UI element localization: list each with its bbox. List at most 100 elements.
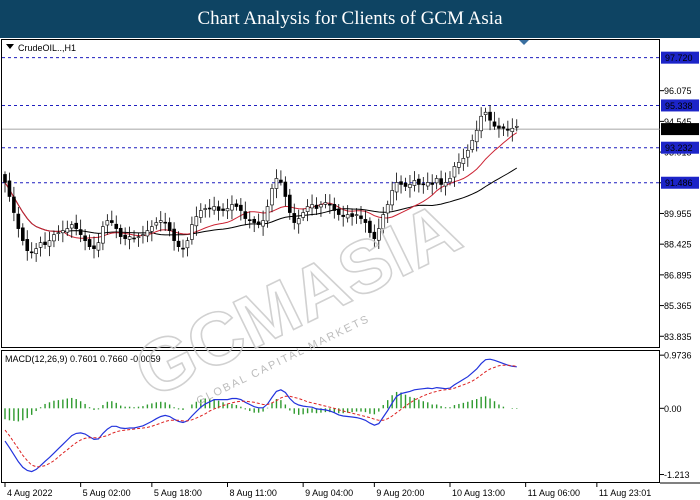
candle-body — [296, 218, 301, 225]
candle-body — [172, 228, 176, 241]
candle-body — [279, 179, 283, 183]
candle-body — [12, 196, 16, 213]
candle-body — [96, 242, 101, 251]
candle-body — [492, 121, 497, 127]
candle-body — [412, 180, 417, 186]
x-tick-label: 8 Aug 11:00 — [230, 488, 277, 498]
x-tick-label: 4 Aug 2022 — [7, 488, 53, 498]
candle-body — [34, 248, 38, 254]
price-tick-label: 86.895 — [664, 270, 692, 280]
price-tick-label: 88.425 — [664, 240, 692, 250]
candle-body — [247, 219, 252, 221]
candle-body — [47, 240, 52, 247]
x-tick-label: 9 Aug 04:00 — [305, 488, 353, 498]
candle-body — [38, 242, 43, 248]
candle-body — [190, 224, 194, 240]
candle-body — [465, 150, 470, 158]
candle-body — [158, 220, 163, 223]
candle-body — [3, 174, 7, 183]
candle-body — [69, 224, 74, 229]
candle-body — [185, 240, 190, 249]
candle-body — [127, 236, 132, 240]
candle-body — [314, 204, 319, 209]
level-label: 91.486 — [665, 178, 693, 188]
level-label: 95.338 — [665, 101, 693, 111]
x-tick-label: 10 Aug 13:00 — [452, 488, 505, 498]
candle-body — [501, 126, 506, 129]
candle-body — [207, 207, 212, 210]
candle-body — [261, 220, 265, 227]
candle-body — [221, 208, 225, 211]
candle-body — [154, 222, 159, 226]
candle-body — [163, 221, 167, 224]
candle-body — [212, 206, 216, 211]
candle-body — [136, 236, 141, 238]
candle-body — [181, 247, 185, 250]
level-label: 93.232 — [665, 143, 693, 153]
candle-body — [305, 206, 310, 212]
candle-body — [506, 128, 510, 131]
candle-body — [25, 239, 30, 251]
candle-body — [341, 214, 346, 217]
candle-body — [479, 115, 483, 132]
candle-body — [336, 208, 341, 215]
chart-canvas: 96.07594.54593.01591.48589.95588.42586.8… — [1, 39, 700, 498]
candle-body — [417, 178, 421, 185]
candle-body — [448, 178, 452, 183]
x-tick-label: 9 Aug 20:00 — [376, 488, 424, 498]
candle-body — [283, 181, 288, 197]
candle-body — [92, 245, 96, 249]
candle-body — [230, 204, 234, 211]
candle-body — [359, 215, 363, 219]
candle-body — [287, 194, 292, 213]
x-tick-label: 11 Aug 23:01 — [599, 488, 651, 498]
candle-body — [394, 182, 399, 193]
candle-body — [234, 203, 239, 207]
candle-body — [310, 204, 314, 209]
candle-body — [270, 188, 274, 206]
candle-body — [319, 204, 323, 208]
candle-body — [74, 222, 78, 229]
candle-body — [425, 182, 430, 187]
candle-body — [150, 226, 154, 232]
candle-body — [203, 208, 208, 210]
candle-body — [350, 213, 354, 217]
macd-panel-frame — [1, 350, 660, 483]
candle-body — [87, 239, 92, 247]
candle-body — [61, 230, 65, 234]
x-tick-label: 11 Aug 06:00 — [528, 488, 580, 498]
macd-tick-label: 0.9736 — [664, 351, 692, 361]
candle-body — [443, 182, 448, 187]
candle-body — [461, 158, 466, 164]
candle-body — [132, 237, 136, 240]
candle-body — [118, 227, 123, 237]
candle-body — [434, 178, 439, 184]
candle-body — [301, 212, 305, 218]
candle-body — [439, 178, 443, 185]
candle-body — [323, 202, 328, 205]
candle-body — [474, 129, 479, 143]
candle-body — [390, 190, 394, 206]
candle-body — [399, 181, 403, 185]
candle-body — [110, 220, 114, 223]
candle-body — [78, 229, 83, 235]
candle-body — [194, 216, 199, 227]
candle-body — [105, 220, 110, 226]
candle-body — [328, 203, 332, 206]
candle-body — [167, 222, 172, 231]
chart-screenshot: 96.07594.54593.01591.48589.95588.42586.8… — [0, 0, 700, 500]
candle-body — [65, 228, 70, 233]
candle-body — [225, 208, 230, 212]
candle-body — [83, 235, 87, 241]
candle-body — [274, 178, 279, 189]
candle-body — [421, 183, 426, 186]
candle-body — [243, 211, 248, 219]
macd-tick-label: 0.00 — [664, 404, 682, 414]
candle-body — [292, 213, 297, 223]
price-tick-label: 85.365 — [664, 301, 692, 311]
candle-body — [514, 125, 519, 128]
price-tick-label: 83.835 — [664, 332, 692, 342]
x-tick-label: 5 Aug 02:00 — [83, 488, 131, 498]
candle-body — [123, 234, 127, 239]
candle-body — [7, 180, 12, 197]
